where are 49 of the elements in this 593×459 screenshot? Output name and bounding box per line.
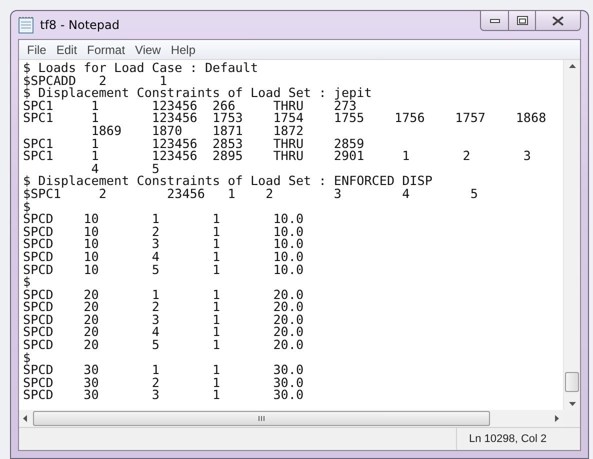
text-line: SPCD 20 4 1 20.0: [23, 326, 305, 340]
menu-item[interactable]: View: [130, 42, 166, 56]
text-line: 4 5: [91, 162, 160, 176]
text-line: SPCD 20 5 1 20.0: [23, 339, 305, 352]
text-line: $: [23, 200, 31, 214]
scroll-right-icon[interactable]: [555, 415, 559, 422]
text-line: SPC1 1 123456 1753 1754 1755 1756 1757 1868: [23, 112, 548, 125]
grip-icon: [258, 416, 265, 421]
text-line: SPC1 1 123456 2853 THRU 2859: [23, 138, 366, 150]
scroll-up-icon[interactable]: [568, 64, 576, 68]
text-line: SPCD 10 1 1 10.0: [23, 213, 305, 226]
minimize-icon: [490, 18, 500, 22]
text-line: $SPC1 2 23456 1 2 3 4 5: [23, 188, 479, 201]
maximize-button[interactable]: [509, 10, 536, 31]
cursor-position: Ln 10298, Col 2: [456, 428, 580, 450]
text-line: SPCD 20 3 1 20.0: [23, 314, 305, 326]
text-line: SPCD 10 5 1 10.0: [23, 264, 305, 276]
notepad-icon: [18, 16, 34, 34]
text-line: $ Displacement Constraints of Load Set : jepit: [23, 87, 373, 100]
text-line: SPCD 30 1 1 30.0: [23, 364, 305, 377]
menu-item[interactable]: File: [22, 42, 52, 56]
text-line: SPCD 30 3 1 30.0: [23, 389, 305, 402]
menu-item[interactable]: Format: [82, 42, 130, 56]
text-line: SPCD 10 3 1 10.0: [23, 238, 305, 251]
text-line: SPCD 20 1 1 20.0: [23, 288, 305, 302]
menu-item[interactable]: Help: [166, 42, 201, 56]
text-line: SPCD 10 2 1 10.0: [23, 226, 305, 238]
text-line: SPC1 1 123456 2895 THRU 2901 1 2 3: [23, 150, 532, 163]
close-button[interactable]: [536, 10, 581, 31]
scroll-left-icon[interactable]: [23, 415, 27, 422]
text-line: $ Loads for Load Case : Default: [23, 62, 260, 75]
minimize-button[interactable]: [480, 10, 509, 31]
text-line: $: [23, 276, 31, 289]
horizontal-scrollbar[interactable]: [19, 410, 563, 427]
menu-item[interactable]: Edit: [51, 42, 82, 56]
text-line: SPC1 1 123456 266 THRU 273: [23, 100, 357, 112]
text-line: SPCD 20 2 1 20.0: [23, 301, 305, 314]
maximize-icon: [516, 16, 528, 25]
text-line: SPCD 30 2 1 30.0: [23, 376, 305, 390]
text-line: $ Displacement Constraints of Load Set : ENFORCED DISP: [23, 175, 434, 188]
text-line: $SPCADD 2 1: [23, 74, 168, 88]
window-title: tf8 - Notepad: [40, 18, 121, 32]
vertical-scrollbar[interactable]: [563, 60, 580, 410]
scroll-thumb[interactable]: [565, 372, 579, 392]
close-icon: [552, 16, 564, 26]
text-line: $: [23, 352, 31, 364]
text-line: 1869 1870 1871 1872: [90, 124, 305, 138]
scroll-down-icon[interactable]: [568, 402, 576, 406]
text-line: SPCD 10 4 1 10.0: [23, 250, 305, 264]
